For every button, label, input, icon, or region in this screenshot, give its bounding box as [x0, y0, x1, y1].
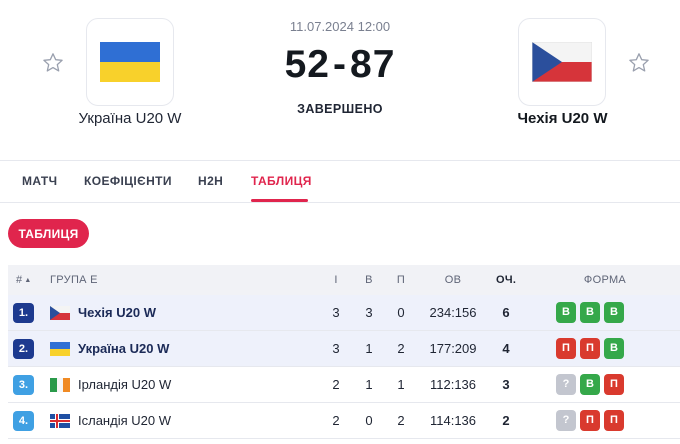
tab-table[interactable]: ТАБЛИЦЯ	[251, 161, 312, 202]
form-list: ? П П	[556, 410, 624, 432]
sort-ascending-icon: ▲	[24, 277, 32, 284]
favorite-star-icon[interactable]	[41, 51, 65, 75]
standings-header: # ▲ ГРУПА E І В П ОВ ОЧ. ФОРМА	[8, 265, 680, 295]
points-diff-column-header[interactable]: ОВ	[440, 265, 466, 295]
czechia-flag-icon	[50, 306, 70, 320]
favorite-star-icon[interactable]	[627, 51, 651, 75]
czechia-flag-icon	[532, 42, 592, 82]
played-count: 2	[332, 377, 340, 392]
table-row[interactable]: 4. Ісландія U20 W 2 0 2 114:136 2 ? П П	[8, 403, 680, 439]
match-tabs: МАТЧ КОЕФІЦІЄНТИ H2H ТАБЛИЦЯ	[0, 161, 680, 203]
rank-header-label: #	[16, 274, 23, 286]
lost-count: 0	[397, 305, 405, 320]
lost-count: 2	[397, 413, 405, 428]
match-score: 52-87	[240, 43, 440, 87]
form-loss-badge[interactable]: П	[604, 410, 624, 431]
tab-odds[interactable]: КОЕФІЦІЄНТИ	[84, 161, 172, 202]
away-team-logo[interactable]	[518, 18, 606, 106]
table-row[interactable]: 3. Ірландія U20 W 2 1 1 112:136 3 ? В П	[8, 367, 680, 403]
form-column-header: ФОРМА	[583, 274, 627, 286]
rank-badge: 2.	[13, 339, 34, 359]
home-team-logo[interactable]	[86, 18, 174, 106]
form-win-badge[interactable]: В	[604, 302, 624, 323]
home-team-name[interactable]: Україна U20 W	[70, 110, 190, 127]
team-name[interactable]: Ірландія U20 W	[78, 367, 171, 403]
points-diff: 112:136	[429, 377, 477, 392]
points-total: 3	[502, 377, 510, 392]
home-score: 52	[284, 43, 330, 86]
form-win-badge[interactable]: В	[580, 302, 600, 323]
iceland-flag-icon	[50, 414, 70, 428]
form-loss-badge[interactable]: П	[580, 410, 600, 431]
form-unknown-badge[interactable]: ?	[556, 410, 576, 431]
lost-count: 1	[397, 377, 405, 392]
table-subtab-button[interactable]: ТАБЛИЦЯ	[8, 219, 89, 248]
form-loss-badge[interactable]: П	[556, 338, 576, 359]
form-unknown-badge[interactable]: ?	[556, 374, 576, 395]
away-team-name[interactable]: Чехія U20 W	[505, 110, 620, 127]
ireland-flag-icon	[50, 378, 70, 392]
match-header: Україна U20 W 11.07.2024 12:00 52-87 ЗАВ…	[0, 0, 680, 160]
match-status: ЗАВЕРШЕНО	[297, 102, 383, 116]
form-list: ? В П	[556, 374, 624, 396]
won-column-header[interactable]: В	[364, 265, 374, 295]
played-count: 3	[332, 341, 340, 356]
tab-h2h[interactable]: H2H	[198, 161, 223, 202]
form-loss-badge[interactable]: П	[580, 338, 600, 359]
lost-column-header[interactable]: П	[396, 265, 406, 295]
form-win-badge[interactable]: В	[580, 374, 600, 395]
points-total: 6	[502, 305, 510, 320]
won-count: 0	[365, 413, 373, 428]
pts-column-header[interactable]: ОЧ.	[496, 265, 516, 295]
active-tab-indicator	[251, 199, 308, 202]
won-count: 1	[365, 341, 373, 356]
score-separator: -	[333, 43, 347, 86]
ukraine-flag-icon	[100, 42, 160, 82]
points-diff: 177:209	[429, 341, 477, 356]
played-count: 3	[332, 305, 340, 320]
form-win-badge[interactable]: В	[556, 302, 576, 323]
away-score: 87	[350, 43, 396, 86]
form-win-badge[interactable]: В	[604, 338, 624, 359]
played-count: 2	[332, 413, 340, 428]
points-diff: 234:156	[429, 305, 477, 320]
match-date: 11.07.2024 12:00	[289, 19, 391, 34]
played-column-header[interactable]: І	[332, 265, 340, 295]
ukraine-flag-icon	[50, 342, 70, 356]
points-total: 4	[502, 341, 510, 356]
rank-badge: 3.	[13, 375, 34, 395]
points-total: 2	[502, 413, 510, 428]
team-name[interactable]: Ісландія U20 W	[78, 403, 171, 439]
table-row[interactable]: 2. Україна U20 W 3 1 2 177:209 4 П П В	[8, 331, 680, 367]
form-loss-badge[interactable]: П	[604, 374, 624, 395]
rank-badge: 1.	[13, 303, 34, 323]
won-count: 3	[365, 305, 373, 320]
rank-badge: 4.	[13, 411, 34, 431]
form-list: П П В	[556, 338, 624, 360]
tab-match[interactable]: МАТЧ	[22, 161, 57, 202]
group-column-header[interactable]: ГРУПА E	[50, 265, 98, 295]
won-count: 1	[365, 377, 373, 392]
lost-count: 2	[397, 341, 405, 356]
rank-column-header[interactable]: # ▲	[16, 265, 32, 295]
team-name[interactable]: Україна U20 W	[78, 331, 169, 367]
form-list: В В В	[556, 302, 624, 324]
team-name[interactable]: Чехія U20 W	[78, 295, 156, 331]
table-row[interactable]: 1. Чехія U20 W 3 3 0 234:156 6 В В В	[8, 295, 680, 331]
points-diff: 114:136	[429, 413, 477, 428]
